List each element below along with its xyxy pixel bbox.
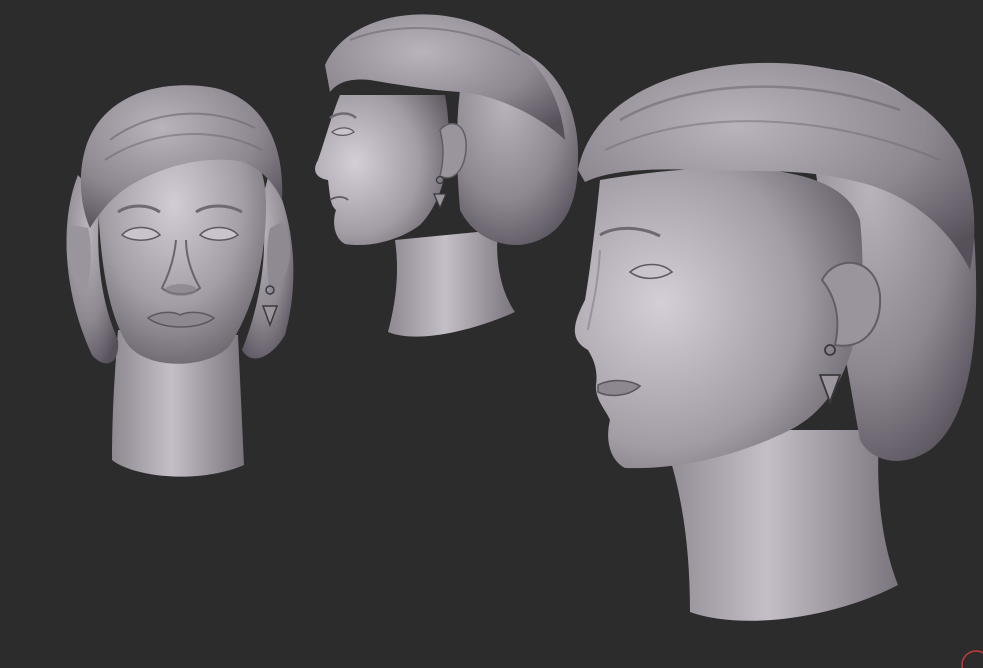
sculpt-viewport[interactable] bbox=[0, 0, 983, 668]
side-view-head[interactable] bbox=[315, 14, 579, 337]
side-face bbox=[315, 95, 449, 246]
front-view-head[interactable] bbox=[66, 85, 294, 477]
three-quarter-view-head[interactable] bbox=[574, 62, 977, 621]
side-neck bbox=[388, 230, 515, 337]
sculpt-scene bbox=[66, 14, 977, 621]
three-quarter-face bbox=[574, 168, 863, 469]
circle-arc-icon bbox=[961, 650, 983, 668]
